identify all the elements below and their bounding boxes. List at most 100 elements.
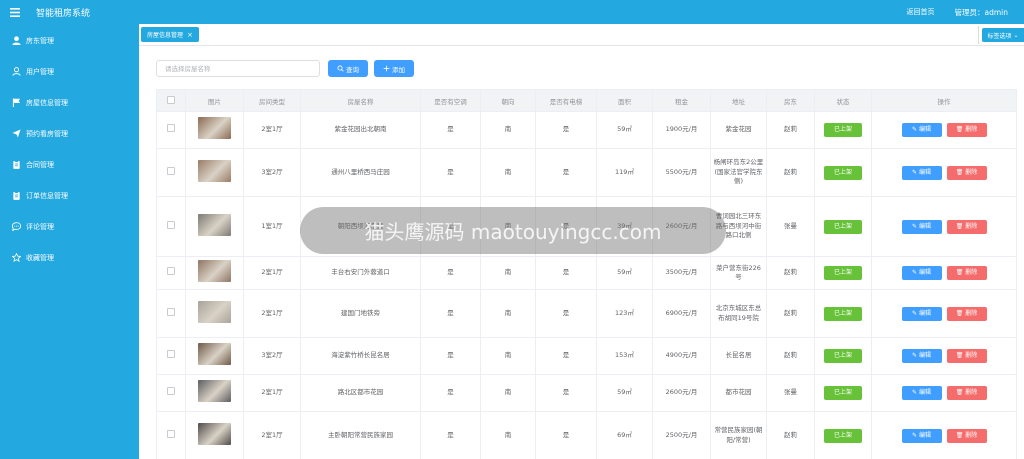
address-cell: 常营民族家园(朝阳/常营) — [710, 411, 767, 459]
thumbnail-cell — [185, 148, 244, 197]
row-checkbox[interactable] — [167, 429, 175, 438]
delete-button[interactable]: 🗑 删除 — [946, 386, 987, 400]
elevator-cell: 是 — [535, 289, 597, 338]
status-button[interactable]: 已上架 — [824, 219, 862, 234]
row-checkbox[interactable] — [167, 220, 175, 229]
sidebar-item-users[interactable]: 用户管理 — [0, 56, 139, 87]
sidebar-item-label: 评论管理 — [26, 222, 54, 231]
trash-icon: 🗑 — [955, 389, 966, 396]
thumbnail-cell — [185, 337, 244, 375]
house-thumbnail — [198, 343, 231, 366]
thumbnail-cell — [185, 196, 244, 257]
sidebar-item-landlord[interactable]: 房东管理 — [0, 25, 139, 56]
query-button[interactable]: 查询 — [328, 60, 368, 77]
edit-button[interactable]: ✎ 编辑 — [901, 349, 942, 363]
ac-cell: 是 — [420, 289, 481, 338]
status-button[interactable]: 已上架 — [824, 306, 862, 321]
row-select-cell[interactable] — [156, 289, 186, 338]
ac-cell: 是 — [420, 256, 481, 290]
row-checkbox[interactable] — [167, 267, 175, 276]
room-type-cell: 2室1厅 — [243, 411, 301, 459]
edit-button[interactable]: ✎ 编辑 — [901, 428, 942, 443]
edit-icon: ✎ — [912, 269, 919, 276]
status-cell: 已上架 — [814, 374, 872, 412]
row-select-cell[interactable] — [156, 256, 186, 290]
trash-icon: 🗑 — [955, 269, 966, 276]
trash-icon: 🗑 — [955, 222, 966, 230]
status-button[interactable]: 已上架 — [824, 266, 862, 280]
sidebar-item-viewing[interactable]: 预约看房管理 — [0, 118, 139, 149]
edit-button[interactable]: ✎ 编辑 — [901, 123, 942, 137]
delete-label: 删除 — [965, 431, 978, 439]
status-cell: 已上架 — [814, 148, 872, 197]
status-button[interactable]: 已上架 — [824, 123, 862, 137]
select-all-checkbox[interactable] — [167, 95, 175, 104]
home-link[interactable]: 返回首页 — [907, 7, 935, 17]
column-header: 租金 — [652, 89, 711, 112]
orientation-cell: 南 — [480, 148, 536, 197]
row-select-cell[interactable] — [156, 337, 186, 375]
table-row: 2室1厅 建国门地铁旁是南是 123㎡ 6900元/月 北京东城区东总布胡同19号院 赵莉… — [156, 289, 1017, 338]
sidebar-item-orders[interactable]: 订单信息管理 — [0, 180, 139, 211]
row-checkbox[interactable] — [167, 166, 175, 175]
status-button[interactable]: 已上架 — [824, 386, 862, 400]
edit-button[interactable]: ✎ 编辑 — [901, 386, 942, 400]
edit-button[interactable]: ✎ 编辑 — [901, 165, 942, 180]
admin-label[interactable]: 管理员：admin — [955, 7, 1009, 18]
row-select-cell[interactable] — [156, 411, 186, 459]
address-cell: 北京东城区东总布胡同19号院 — [710, 289, 767, 338]
house-name-cell: 路北区都市花园 — [300, 374, 421, 412]
edit-button[interactable]: ✎ 编辑 — [901, 266, 942, 280]
add-label: 添加 — [392, 65, 405, 74]
delete-button[interactable]: 🗑 删除 — [946, 123, 987, 137]
house-name-cell: 通州八里桥西马庄园 — [300, 148, 421, 197]
row-checkbox[interactable] — [167, 307, 175, 316]
actions-cell: ✎ 编辑 🗑 删除 — [871, 111, 1017, 149]
thumbnail-cell — [185, 289, 244, 338]
thumbnail-cell — [185, 111, 244, 149]
house-name-search-input[interactable] — [156, 60, 320, 77]
delete-button[interactable]: 🗑 删除 — [946, 219, 987, 234]
room-type-cell: 3室2厅 — [243, 337, 301, 375]
edit-icon: ✎ — [912, 389, 919, 396]
edit-button[interactable]: ✎ 编辑 — [901, 219, 942, 234]
ac-cell: 是 — [420, 148, 481, 197]
landlord-cell: 赵莉 — [766, 411, 815, 459]
sidebar-item-contract[interactable]: 合同管理 — [0, 149, 139, 180]
ac-cell: 是 — [420, 411, 481, 459]
menu-toggle-icon[interactable] — [10, 0, 26, 24]
column-header: 房东 — [766, 89, 815, 112]
sidebar-item-house-info[interactable]: 房屋信息管理 — [0, 87, 139, 118]
sidebar-item-comments[interactable]: 评论管理 — [0, 211, 139, 242]
row-select-cell[interactable] — [156, 111, 186, 149]
elevator-cell: 是 — [535, 148, 597, 197]
row-select-cell[interactable] — [156, 148, 186, 197]
room-type-cell: 2室1厅 — [243, 374, 301, 412]
sidebar-item-label: 收藏管理 — [26, 253, 54, 262]
status-button[interactable]: 已上架 — [824, 349, 862, 363]
row-checkbox[interactable] — [167, 387, 175, 396]
status-cell: 已上架 — [814, 196, 872, 257]
tab-options-button[interactable]: 标签选项 ⌄ — [982, 28, 1024, 42]
close-icon[interactable]: × — [187, 31, 193, 39]
sidebar-item-label: 房屋信息管理 — [26, 98, 68, 107]
status-button[interactable]: 已上架 — [824, 165, 862, 180]
row-select-cell[interactable] — [156, 374, 186, 412]
row-checkbox[interactable] — [167, 124, 175, 133]
house-thumbnail — [198, 260, 231, 283]
delete-button[interactable]: 🗑 删除 — [946, 306, 987, 321]
add-button[interactable]: 添加 — [374, 60, 414, 77]
row-select-cell[interactable] — [156, 196, 186, 257]
orientation-cell: 南 — [480, 289, 536, 338]
delete-label: 删除 — [965, 126, 978, 133]
delete-button[interactable]: 🗑 删除 — [946, 349, 987, 363]
delete-button[interactable]: 🗑 删除 — [946, 428, 987, 443]
row-checkbox[interactable] — [167, 350, 175, 359]
tab-house-info[interactable]: 房屋信息管理 × — [141, 27, 199, 42]
sidebar-item-favorites[interactable]: 收藏管理 — [0, 242, 139, 273]
delete-button[interactable]: 🗑 删除 — [946, 266, 987, 280]
delete-button[interactable]: 🗑 删除 — [946, 165, 987, 180]
edit-button[interactable]: ✎ 编辑 — [901, 306, 942, 321]
status-button[interactable]: 已上架 — [824, 428, 862, 443]
select-all-cell[interactable] — [156, 89, 186, 112]
